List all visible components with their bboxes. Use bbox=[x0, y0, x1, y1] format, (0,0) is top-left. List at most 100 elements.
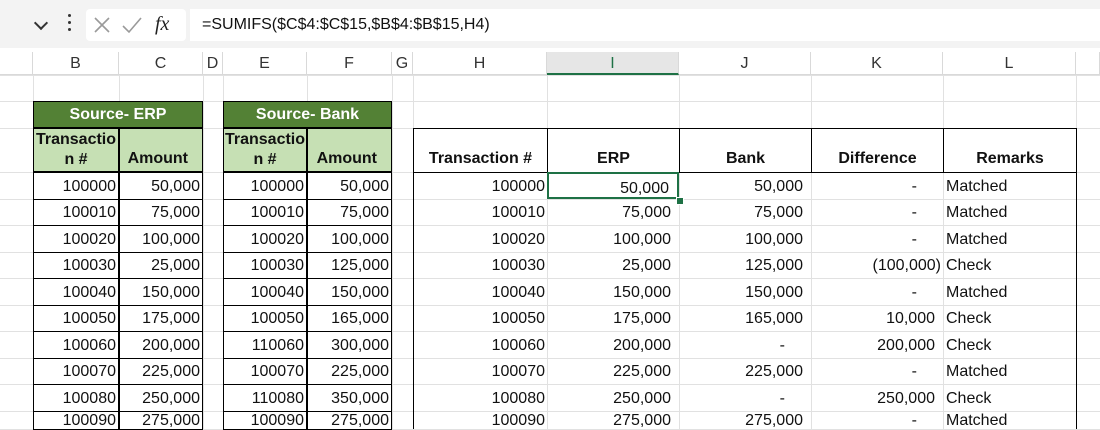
erp-transaction-cell[interactable]: 100000 bbox=[33, 172, 119, 200]
erp-transaction-cell[interactable]: 100010 bbox=[33, 199, 119, 226]
recon-bank-cell[interactable]: 50,000 bbox=[679, 172, 811, 199]
recon-transaction-cell[interactable]: 100030 bbox=[413, 252, 547, 278]
bank-transaction-cell[interactable]: 100030 bbox=[223, 252, 307, 279]
erp-transaction-cell[interactable]: 100040 bbox=[33, 278, 119, 306]
column-header-l[interactable]: L bbox=[943, 52, 1076, 75]
erp-transaction-cell[interactable]: 100030 bbox=[33, 252, 119, 279]
erp-amount-cell[interactable]: 250,000 bbox=[119, 384, 203, 412]
erp-transaction-cell[interactable]: 100050 bbox=[33, 305, 119, 332]
recon-remarks-cell[interactable]: Check bbox=[943, 384, 1077, 411]
bank-amount-cell[interactable]: 165,000 bbox=[307, 305, 392, 332]
bank-transaction-cell[interactable]: 100000 bbox=[223, 172, 307, 200]
erp-amount-cell[interactable]: 25,000 bbox=[119, 252, 203, 279]
recon-erp-cell[interactable]: 150,000 bbox=[547, 278, 679, 305]
erp-amount-cell[interactable]: 50,000 bbox=[119, 172, 203, 200]
recon-erp-cell[interactable]: 25,000 bbox=[547, 252, 679, 278]
more-options-icon[interactable] bbox=[68, 14, 72, 34]
bank-transaction-cell[interactable]: 100020 bbox=[223, 225, 307, 253]
recon-difference-cell[interactable]: - bbox=[811, 278, 943, 305]
active-cell[interactable]: 50,000 bbox=[547, 172, 679, 199]
bank-transaction-cell[interactable]: 110080 bbox=[223, 384, 307, 412]
recon-remarks-cell[interactable]: Matched bbox=[943, 278, 1077, 305]
column-header-b[interactable]: B bbox=[33, 52, 119, 75]
recon-transaction-cell[interactable]: 100060 bbox=[413, 331, 547, 358]
bank-amount-cell[interactable]: 225,000 bbox=[307, 358, 392, 385]
recon-transaction-cell[interactable]: 100040 bbox=[413, 278, 547, 305]
check-icon[interactable] bbox=[120, 13, 144, 37]
recon-transaction-cell[interactable]: 100000 bbox=[413, 172, 547, 199]
recon-bank-cell[interactable]: 100,000 bbox=[679, 225, 811, 252]
column-header-c[interactable]: C bbox=[119, 52, 203, 75]
column-header-j[interactable]: J bbox=[679, 52, 811, 75]
recon-difference-cell[interactable]: - bbox=[811, 225, 943, 252]
bank-transaction-cell[interactable]: 110060 bbox=[223, 331, 307, 359]
insert-function-icon[interactable]: fx bbox=[155, 13, 169, 36]
recon-erp-cell[interactable]: 200,000 bbox=[547, 331, 679, 358]
recon-bank-cell[interactable]: 75,000 bbox=[679, 199, 811, 225]
recon-bank-cell[interactable]: 125,000 bbox=[679, 252, 811, 278]
recon-difference-cell[interactable]: - bbox=[811, 199, 943, 225]
close-icon[interactable] bbox=[90, 13, 114, 37]
recon-difference-cell[interactable]: - bbox=[811, 172, 943, 199]
recon-transaction-cell[interactable]: 100050 bbox=[413, 305, 547, 331]
recon-remarks-cell[interactable]: Matched bbox=[943, 172, 1077, 199]
bank-amount-cell[interactable]: 50,000 bbox=[307, 172, 392, 200]
recon-difference-cell[interactable]: (100,000) bbox=[811, 252, 943, 278]
bank-amount-cell[interactable]: 150,000 bbox=[307, 278, 392, 306]
bank-transaction-cell[interactable]: 100050 bbox=[223, 305, 307, 332]
erp-transaction-cell[interactable]: 100070 bbox=[33, 358, 119, 385]
recon-remarks-cell[interactable]: Matched bbox=[943, 225, 1077, 252]
bank-amount-cell[interactable]: 275,000 bbox=[307, 411, 392, 430]
recon-erp-cell[interactable]: 100,000 bbox=[547, 225, 679, 252]
bank-transaction-cell[interactable]: 100010 bbox=[223, 199, 307, 226]
recon-transaction-cell[interactable]: 100070 bbox=[413, 358, 547, 384]
erp-amount-cell[interactable]: 275,000 bbox=[119, 411, 203, 430]
erp-transaction-cell[interactable]: 100080 bbox=[33, 384, 119, 412]
bank-amount-cell[interactable]: 100,000 bbox=[307, 225, 392, 253]
chevron-down-icon[interactable] bbox=[33, 15, 49, 31]
erp-amount-cell[interactable]: 75,000 bbox=[119, 199, 203, 226]
bank-amount-cell[interactable]: 125,000 bbox=[307, 252, 392, 279]
erp-amount-cell[interactable]: 150,000 bbox=[119, 278, 203, 306]
recon-bank-cell[interactable]: 225,000 bbox=[679, 358, 811, 384]
bank-transaction-cell[interactable]: 100070 bbox=[223, 358, 307, 385]
column-header-e[interactable]: E bbox=[223, 52, 307, 75]
bank-amount-cell[interactable]: 300,000 bbox=[307, 331, 392, 359]
erp-amount-cell[interactable]: 200,000 bbox=[119, 331, 203, 359]
column-header-g[interactable]: G bbox=[392, 52, 413, 75]
bank-transaction-cell[interactable]: 100040 bbox=[223, 278, 307, 306]
recon-transaction-cell[interactable]: 100020 bbox=[413, 225, 547, 252]
erp-amount-cell[interactable]: 225,000 bbox=[119, 358, 203, 385]
recon-transaction-cell[interactable]: 100080 bbox=[413, 384, 547, 411]
recon-difference-cell[interactable]: 10,000 bbox=[811, 305, 943, 331]
erp-transaction-cell[interactable]: 100090 bbox=[33, 411, 119, 430]
column-header-h[interactable]: H bbox=[413, 52, 547, 75]
corner-header[interactable] bbox=[0, 52, 33, 75]
erp-transaction-cell[interactable]: 100020 bbox=[33, 225, 119, 253]
recon-remarks-cell[interactable]: Check bbox=[943, 252, 1077, 278]
column-header-f[interactable]: F bbox=[307, 52, 392, 75]
recon-remarks-cell[interactable]: Matched bbox=[943, 411, 1077, 429]
recon-bank-cell[interactable]: 150,000 bbox=[679, 278, 811, 305]
recon-difference-cell[interactable]: - bbox=[811, 411, 943, 429]
recon-difference-cell[interactable]: 200,000 bbox=[811, 331, 943, 358]
recon-difference-cell[interactable]: - bbox=[811, 358, 943, 384]
recon-erp-cell[interactable]: 175,000 bbox=[547, 305, 679, 331]
erp-amount-cell[interactable]: 175,000 bbox=[119, 305, 203, 332]
erp-amount-cell[interactable]: 100,000 bbox=[119, 225, 203, 253]
recon-bank-cell[interactable]: 275,000 bbox=[679, 411, 811, 429]
recon-erp-cell[interactable]: 75,000 bbox=[547, 199, 679, 225]
recon-erp-cell[interactable]: 250,000 bbox=[547, 384, 679, 411]
column-header-i[interactable]: I bbox=[547, 52, 679, 75]
recon-remarks-cell[interactable]: Check bbox=[943, 331, 1077, 358]
recon-transaction-cell[interactable]: 100090 bbox=[413, 411, 547, 429]
bank-amount-cell[interactable]: 75,000 bbox=[307, 199, 392, 226]
recon-bank-cell[interactable]: 165,000 bbox=[679, 305, 811, 331]
formula-input[interactable]: =SUMIFS($C$4:$C$15,$B$4:$B$15,H4) bbox=[190, 9, 1100, 41]
recon-erp-cell[interactable]: 225,000 bbox=[547, 358, 679, 384]
recon-remarks-cell[interactable]: Matched bbox=[943, 358, 1077, 384]
column-header-m[interactable] bbox=[1076, 52, 1100, 75]
fill-handle[interactable] bbox=[676, 197, 684, 205]
erp-transaction-cell[interactable]: 100060 bbox=[33, 331, 119, 359]
recon-difference-cell[interactable]: 250,000 bbox=[811, 384, 943, 411]
